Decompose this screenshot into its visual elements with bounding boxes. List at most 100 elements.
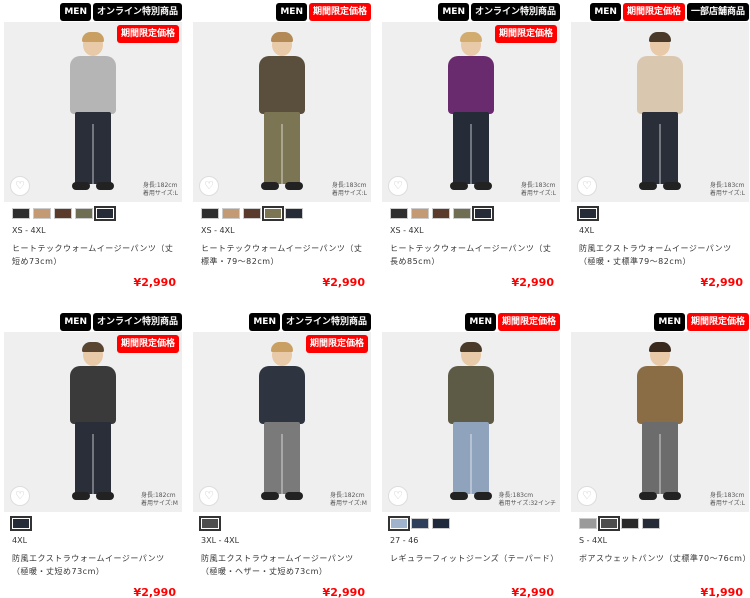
product-price: ¥2,990 bbox=[511, 276, 554, 289]
color-swatch[interactable] bbox=[390, 208, 408, 219]
product-card[interactable]: MEN 期間限定価格 ♡ 身長:183cm 着用サイズ:32インチ 27 - 46 レギュ… bbox=[382, 310, 560, 598]
product-name[interactable]: 防風エクストラウォームイージーパンツ（極暖・丈標準79～82cm） bbox=[579, 242, 747, 268]
model-figure bbox=[436, 342, 506, 504]
product-name[interactable]: ヒートテックウォームイージーパンツ（丈長め85cm） bbox=[390, 242, 558, 268]
product-price: ¥2,990 bbox=[133, 586, 176, 598]
product-badge: MEN bbox=[465, 313, 496, 331]
model-size: 着用サイズ:L bbox=[709, 190, 745, 197]
model-info: 身長:183cm 着用サイズ:32インチ bbox=[499, 492, 556, 508]
model-size: 着用サイズ:L bbox=[331, 190, 367, 197]
color-swatch[interactable] bbox=[201, 208, 219, 219]
model-height: 身長:183cm bbox=[520, 182, 556, 189]
product-badge: 一部店舗商品 bbox=[686, 3, 749, 21]
product-image[interactable]: ♡ 身長:183cm 着用サイズ:L bbox=[571, 22, 749, 202]
product-card[interactable]: MEN オンライン特別商品 期間限定価格 ♡ 身長:182cm 着用サイズ:L XS - … bbox=[4, 0, 182, 290]
color-swatch[interactable] bbox=[642, 518, 660, 529]
model-height: 身長:182cm bbox=[329, 492, 365, 499]
product-card[interactable]: MEN オンライン特別商品 期間限定価格 ♡ 身長:183cm 着用サイズ:L XS - … bbox=[382, 0, 560, 290]
model-size: 着用サイズ:L bbox=[142, 190, 178, 197]
product-card[interactable]: MEN 期間限定価格 ♡ 身長:183cm 着用サイズ:L S - 4XL ボアスウェット… bbox=[571, 310, 750, 598]
product-image[interactable]: 期間限定価格 ♡ 身長:183cm 着用サイズ:L bbox=[382, 22, 560, 202]
badge-row: MEN オンライン特別商品 bbox=[60, 3, 182, 21]
product-card[interactable]: MEN オンライン特別商品 期間限定価格 ♡ 身長:182cm 着用サイズ:M 4XL 防風… bbox=[4, 310, 182, 598]
product-card[interactable]: MEN 期間限定価格 ♡ 身長:183cm 着用サイズ:L XS - 4XL ヒートテック… bbox=[193, 0, 371, 290]
color-swatch[interactable] bbox=[222, 208, 240, 219]
product-badge: MEN bbox=[590, 3, 621, 21]
product-badge: 期間限定価格 bbox=[686, 313, 749, 331]
color-swatches bbox=[199, 516, 221, 531]
color-swatch[interactable] bbox=[577, 206, 599, 221]
product-badge: オンライン特別商品 bbox=[92, 3, 182, 21]
heart-icon[interactable]: ♡ bbox=[388, 486, 408, 506]
product-image[interactable]: ♡ 身長:183cm 着用サイズ:L bbox=[193, 22, 371, 202]
color-swatch[interactable] bbox=[199, 516, 221, 531]
heart-icon[interactable]: ♡ bbox=[10, 486, 30, 506]
color-swatch[interactable] bbox=[285, 208, 303, 219]
size-range: XS - 4XL bbox=[390, 226, 424, 235]
color-swatch[interactable] bbox=[388, 516, 410, 531]
color-swatch[interactable] bbox=[432, 208, 450, 219]
heart-icon[interactable]: ♡ bbox=[577, 176, 597, 196]
product-name[interactable]: ヒートテックウォームイージーパンツ（丈標準・79～82cm） bbox=[201, 242, 369, 268]
badge-row: MEN 期間限定価格 bbox=[276, 3, 371, 21]
product-card[interactable]: MEN オンライン特別商品 期間限定価格 ♡ 身長:182cm 着用サイズ:M 3XL -… bbox=[193, 310, 371, 598]
color-swatch[interactable] bbox=[472, 206, 494, 221]
model-size: 着用サイズ:32インチ bbox=[498, 500, 556, 507]
product-badge: オンライン特別商品 bbox=[281, 313, 371, 331]
product-badge: 期間限定価格 bbox=[308, 3, 371, 21]
product-image[interactable]: 期間限定価格 ♡ 身長:182cm 着用サイズ:M bbox=[193, 332, 371, 512]
model-figure bbox=[625, 32, 695, 194]
model-size: 着用サイズ:M bbox=[329, 500, 367, 507]
badge-row: MEN 期間限定価格 bbox=[654, 313, 749, 331]
color-swatch[interactable] bbox=[411, 208, 429, 219]
model-figure bbox=[247, 32, 317, 194]
product-name[interactable]: ヒートテックウォームイージーパンツ（丈短め73cm） bbox=[12, 242, 180, 268]
product-badge: 期間限定価格 bbox=[622, 3, 685, 21]
color-swatch[interactable] bbox=[262, 206, 284, 221]
heart-icon[interactable]: ♡ bbox=[10, 176, 30, 196]
product-image[interactable]: ♡ 身長:183cm 着用サイズ:L bbox=[571, 332, 749, 512]
color-swatch[interactable] bbox=[453, 208, 471, 219]
product-badge: MEN bbox=[249, 313, 280, 331]
product-image[interactable]: 期間限定価格 ♡ 身長:182cm 着用サイズ:L bbox=[4, 22, 182, 202]
heart-icon[interactable]: ♡ bbox=[199, 486, 219, 506]
heart-icon[interactable]: ♡ bbox=[388, 176, 408, 196]
size-range: XS - 4XL bbox=[12, 226, 46, 235]
color-swatch[interactable] bbox=[75, 208, 93, 219]
product-card[interactable]: MEN 期間限定価格 一部店舗商品 ♡ 身長:183cm 着用サイズ:L 4XL 防風エクス… bbox=[571, 0, 749, 290]
color-swatch[interactable] bbox=[33, 208, 51, 219]
color-swatches bbox=[577, 206, 599, 221]
product-badge: オンライン特別商品 bbox=[92, 313, 182, 331]
heart-icon[interactable]: ♡ bbox=[199, 176, 219, 196]
color-swatch[interactable] bbox=[621, 518, 639, 529]
color-swatch[interactable] bbox=[411, 518, 429, 529]
badge-row: MEN オンライン特別商品 bbox=[438, 3, 560, 21]
model-height: 身長:183cm bbox=[498, 492, 534, 499]
product-name[interactable]: 防風エクストラウォームイージーパンツ（極暖・丈短め73cm） bbox=[12, 552, 180, 578]
product-name[interactable]: 防風エクストラウォームイージーパンツ（極暖・ヘザー・丈短め73cm） bbox=[201, 552, 369, 578]
model-height: 身長:183cm bbox=[709, 182, 745, 189]
color-swatch[interactable] bbox=[432, 518, 450, 529]
model-info: 身長:182cm 着用サイズ:M bbox=[330, 492, 367, 508]
color-swatch[interactable] bbox=[54, 208, 72, 219]
product-image[interactable]: ♡ 身長:183cm 着用サイズ:32インチ bbox=[382, 332, 560, 512]
color-swatch[interactable] bbox=[598, 516, 620, 531]
color-swatches bbox=[201, 206, 303, 221]
product-image[interactable]: 期間限定価格 ♡ 身長:182cm 着用サイズ:M bbox=[4, 332, 182, 512]
color-swatch[interactable] bbox=[579, 518, 597, 529]
product-name[interactable]: レギュラーフィットジーンズ（テーパード） bbox=[390, 552, 558, 565]
size-range: 4XL bbox=[579, 226, 595, 235]
color-swatch[interactable] bbox=[12, 208, 30, 219]
color-swatches bbox=[10, 516, 32, 531]
color-swatch[interactable] bbox=[243, 208, 261, 219]
heart-icon[interactable]: ♡ bbox=[577, 486, 597, 506]
product-price: ¥2,990 bbox=[700, 276, 743, 289]
color-swatches bbox=[388, 516, 450, 531]
color-swatch[interactable] bbox=[10, 516, 32, 531]
product-badge: オンライン特別商品 bbox=[470, 3, 560, 21]
product-name[interactable]: ボアスウェットパンツ（丈標準70～76cm） bbox=[579, 552, 750, 565]
model-figure bbox=[247, 342, 317, 504]
model-figure bbox=[58, 342, 128, 504]
color-swatch[interactable] bbox=[94, 206, 116, 221]
product-badge: MEN bbox=[276, 3, 307, 21]
